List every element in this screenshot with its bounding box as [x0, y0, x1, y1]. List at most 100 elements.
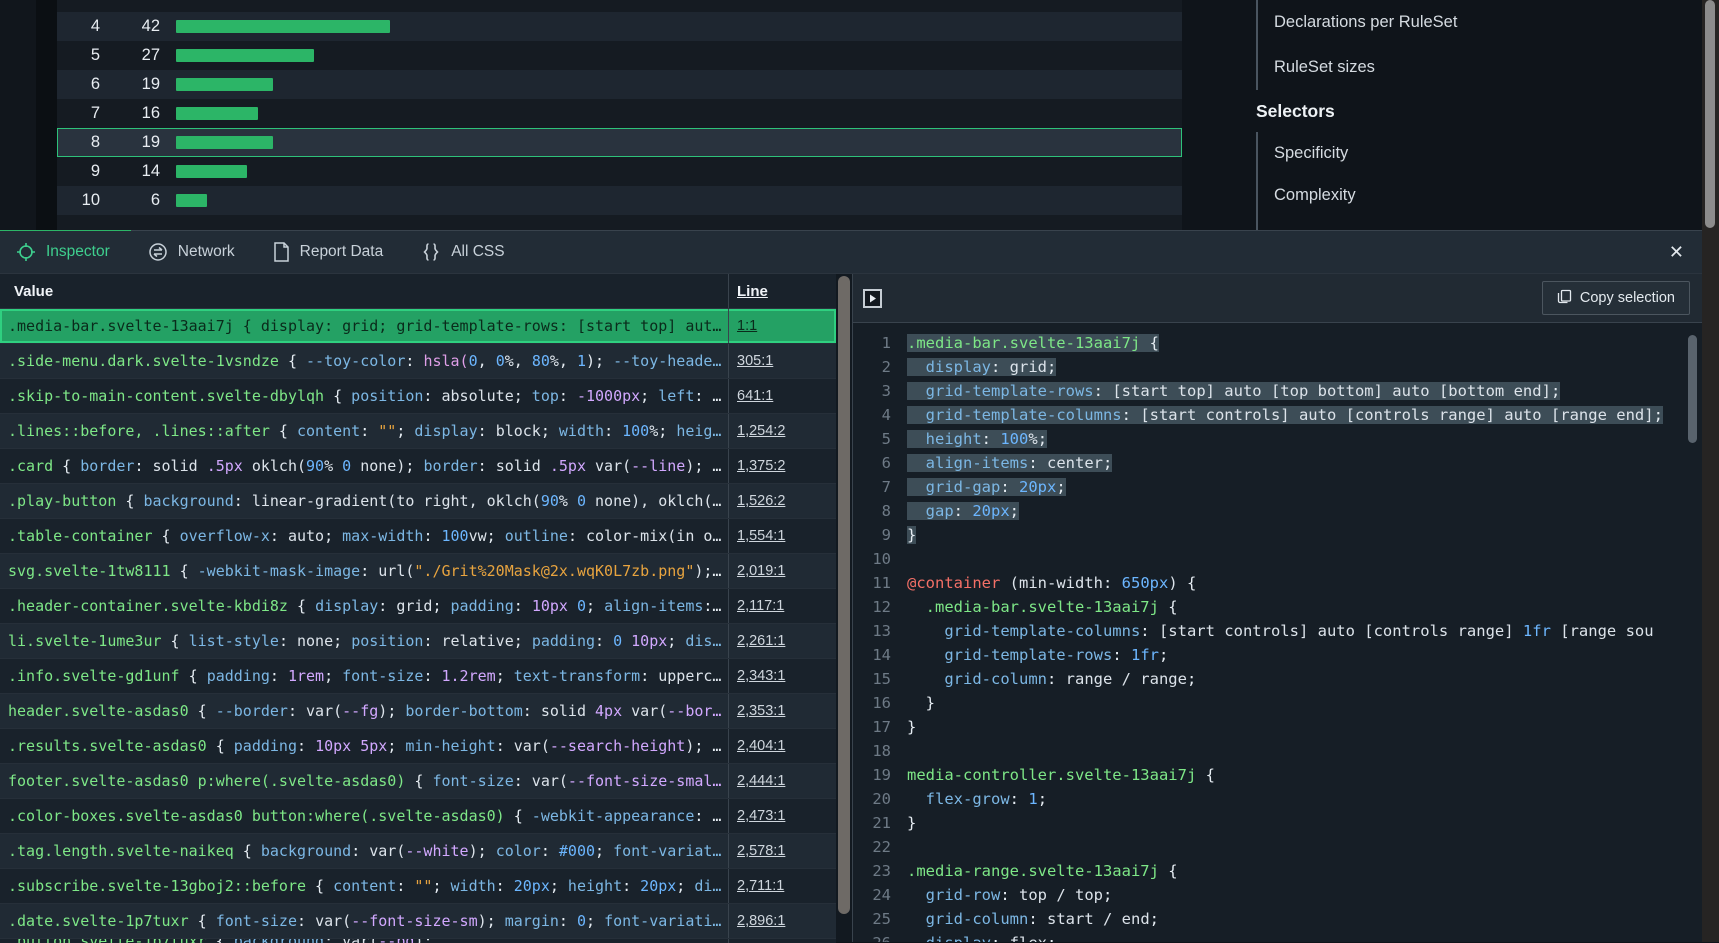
ruleset-size-row[interactable]: 442: [57, 12, 1182, 41]
code-line: 16 }: [853, 691, 1702, 715]
value-table-row[interactable]: .info.svelte-gd1unf { padding: 1rem; fon…: [0, 659, 836, 694]
close-icon[interactable]: ✕: [1669, 240, 1684, 264]
tab-all-css[interactable]: All CSS: [421, 242, 504, 262]
value-table-row[interactable]: .table-container { overflow-x: auto; max…: [0, 519, 836, 554]
code-line: 1.media-bar.svelte-13aai7j {: [853, 331, 1702, 355]
code-line: 4 grid-template-columns: [start controls…: [853, 403, 1702, 427]
ruleset-size-row[interactable]: 716: [57, 99, 1182, 128]
line-link[interactable]: 2,353:1: [737, 703, 785, 719]
value-table-row[interactable]: .header-container.svelte-kbdi8z { displa…: [0, 589, 836, 624]
column-header-line[interactable]: Line: [728, 274, 836, 308]
value-table-row[interactable]: .color-boxes.svelte-asdas0 button:where(…: [0, 799, 836, 834]
ruleset-size-row[interactable]: 619: [57, 70, 1182, 99]
line-number: 25: [853, 907, 891, 931]
line-link[interactable]: 2,019:1: [737, 563, 785, 579]
line-cell: 2,473:1: [728, 799, 836, 833]
copy-icon: [1557, 289, 1572, 308]
value-table-row[interactable]: svg.svelte-1tw8111 { -webkit-mask-image:…: [0, 554, 836, 589]
code-scrollbar-thumb[interactable]: [1688, 335, 1697, 443]
line-link[interactable]: 2,444:1: [737, 773, 785, 789]
tab-report-data[interactable]: Report Data: [273, 242, 384, 262]
code-line: 17}: [853, 715, 1702, 739]
ruleset-size-row[interactable]: 106: [57, 186, 1182, 215]
value-table-row[interactable]: header.svelte-asdas0 { --border: var(--f…: [0, 694, 836, 729]
value-table-row[interactable]: .play-button { background: linear-gradie…: [0, 484, 836, 519]
code-line: 15 grid-column: range / range;: [853, 667, 1702, 691]
line-link[interactable]: 641:1: [737, 388, 773, 404]
value-table-row[interactable]: .skip-to-main-content.svelte-dbylqh { po…: [0, 379, 836, 414]
line-link[interactable]: 2,473:1: [737, 808, 785, 824]
line-link[interactable]: 305:1: [737, 353, 773, 369]
line-cell: [728, 939, 836, 943]
line-link[interactable]: 1,554:1: [737, 528, 785, 544]
nav-item-ruleset-sizes[interactable]: RuleSet sizes: [1274, 45, 1696, 90]
line-number: 6: [853, 451, 891, 475]
row-label: 10: [57, 191, 100, 210]
value-table-row[interactable]: .results.svelte-asdas0 { padding: 10px 5…: [0, 729, 836, 764]
code-line-content: height: 100%;: [907, 427, 1047, 451]
copy-selection-button[interactable]: Copy selection: [1542, 281, 1690, 315]
line-link[interactable]: 2,404:1: [737, 738, 785, 754]
code-editor[interactable]: 1.media-bar.svelte-13aai7j {2 display: g…: [853, 323, 1702, 942]
row-count: 27: [100, 46, 160, 65]
ruleset-size-row[interactable]: 527: [57, 41, 1182, 70]
value-table-row[interactable]: .date.svelte-1p7tuxr { font-size: var(--…: [0, 904, 836, 939]
value-table-row[interactable]: .button.svelte-1p7tuxr { background: var…: [0, 939, 836, 943]
line-link[interactable]: 2,343:1: [737, 668, 785, 684]
css-rule-preview: header.svelte-asdas0 { --border: var(--f…: [0, 694, 728, 728]
line-link[interactable]: 1,254:2: [737, 423, 785, 439]
line-link[interactable]: 2,117:1: [737, 598, 784, 614]
line-number: 11: [853, 571, 891, 595]
row-count: 6: [100, 191, 160, 210]
value-table-scrollbar-thumb[interactable]: [838, 276, 850, 914]
line-link[interactable]: 1,526:2: [737, 493, 785, 509]
tab-network[interactable]: Network: [148, 242, 235, 262]
value-table-row[interactable]: .card { border: solid .5px oklch(90% 0 n…: [0, 449, 836, 484]
row-count: 19: [100, 133, 160, 152]
code-line-content: }: [907, 715, 916, 739]
line-number: 10: [853, 547, 891, 571]
line-link[interactable]: 1:1: [737, 318, 757, 334]
line-cell: 1,375:2: [728, 449, 836, 483]
page-scrollbar[interactable]: [1702, 0, 1719, 942]
value-table-row[interactable]: li.svelte-1ume3ur { list-style: none; po…: [0, 624, 836, 659]
panel-toggle-icon[interactable]: [863, 289, 882, 308]
network-icon: [148, 242, 168, 262]
nav-section-header: Selectors: [1256, 90, 1696, 132]
value-table-row[interactable]: .media-bar.svelte-13aai7j { display: gri…: [0, 309, 836, 344]
value-table-row[interactable]: .tag.length.svelte-naikeq { background: …: [0, 834, 836, 869]
css-rule-preview: .tag.length.svelte-naikeq { background: …: [0, 834, 728, 868]
line-number: 12: [853, 595, 891, 619]
line-cell: 2,117:1: [728, 589, 836, 623]
value-table-row[interactable]: .subscribe.svelte-13gboj2::before { cont…: [0, 869, 836, 904]
nav-item-complexity[interactable]: Complexity: [1274, 174, 1696, 216]
css-rule-preview: .table-container { overflow-x: auto; max…: [0, 519, 728, 553]
nav-item-specificity[interactable]: Specificity: [1274, 132, 1696, 174]
css-rule-preview: .media-bar.svelte-13aai7j { display: gri…: [0, 309, 728, 343]
count-bar: [176, 78, 273, 91]
line-cell: 1:1: [728, 309, 836, 343]
line-number: 15: [853, 667, 891, 691]
line-number: 16: [853, 691, 891, 715]
code-line-content: gap: 20px;: [907, 499, 1019, 523]
code-line-content: grid-template-columns: [start controls] …: [907, 403, 1663, 427]
value-table-row[interactable]: .lines::before, .lines::after { content:…: [0, 414, 836, 449]
value-table-row[interactable]: footer.svelte-asdas0 p:where(.svelte-asd…: [0, 764, 836, 799]
line-cell: 2,896:1: [728, 904, 836, 938]
tab-inspector[interactable]: Inspector: [16, 242, 110, 262]
nav-item-declarations-per-ruleset[interactable]: Declarations per RuleSet: [1274, 0, 1696, 45]
page-scrollbar-thumb[interactable]: [1705, 0, 1715, 228]
ruleset-size-row[interactable]: 914: [57, 157, 1182, 186]
line-link[interactable]: 2,578:1: [737, 843, 785, 859]
ruleset-size-row[interactable]: 819: [57, 128, 1182, 157]
line-link[interactable]: 2,896:1: [737, 913, 785, 929]
value-table-row[interactable]: .side-menu.dark.svelte-1vsndze { --toy-c…: [0, 344, 836, 379]
value-table-scrollbar[interactable]: [836, 274, 852, 942]
line-link[interactable]: 1,375:2: [737, 458, 785, 474]
code-line-content: }: [907, 811, 916, 835]
line-number: 19: [853, 763, 891, 787]
code-line: 5 height: 100%;: [853, 427, 1702, 451]
line-link[interactable]: 2,261:1: [737, 633, 785, 649]
line-cell: 2,261:1: [728, 624, 836, 658]
line-link[interactable]: 2,711:1: [737, 878, 784, 894]
